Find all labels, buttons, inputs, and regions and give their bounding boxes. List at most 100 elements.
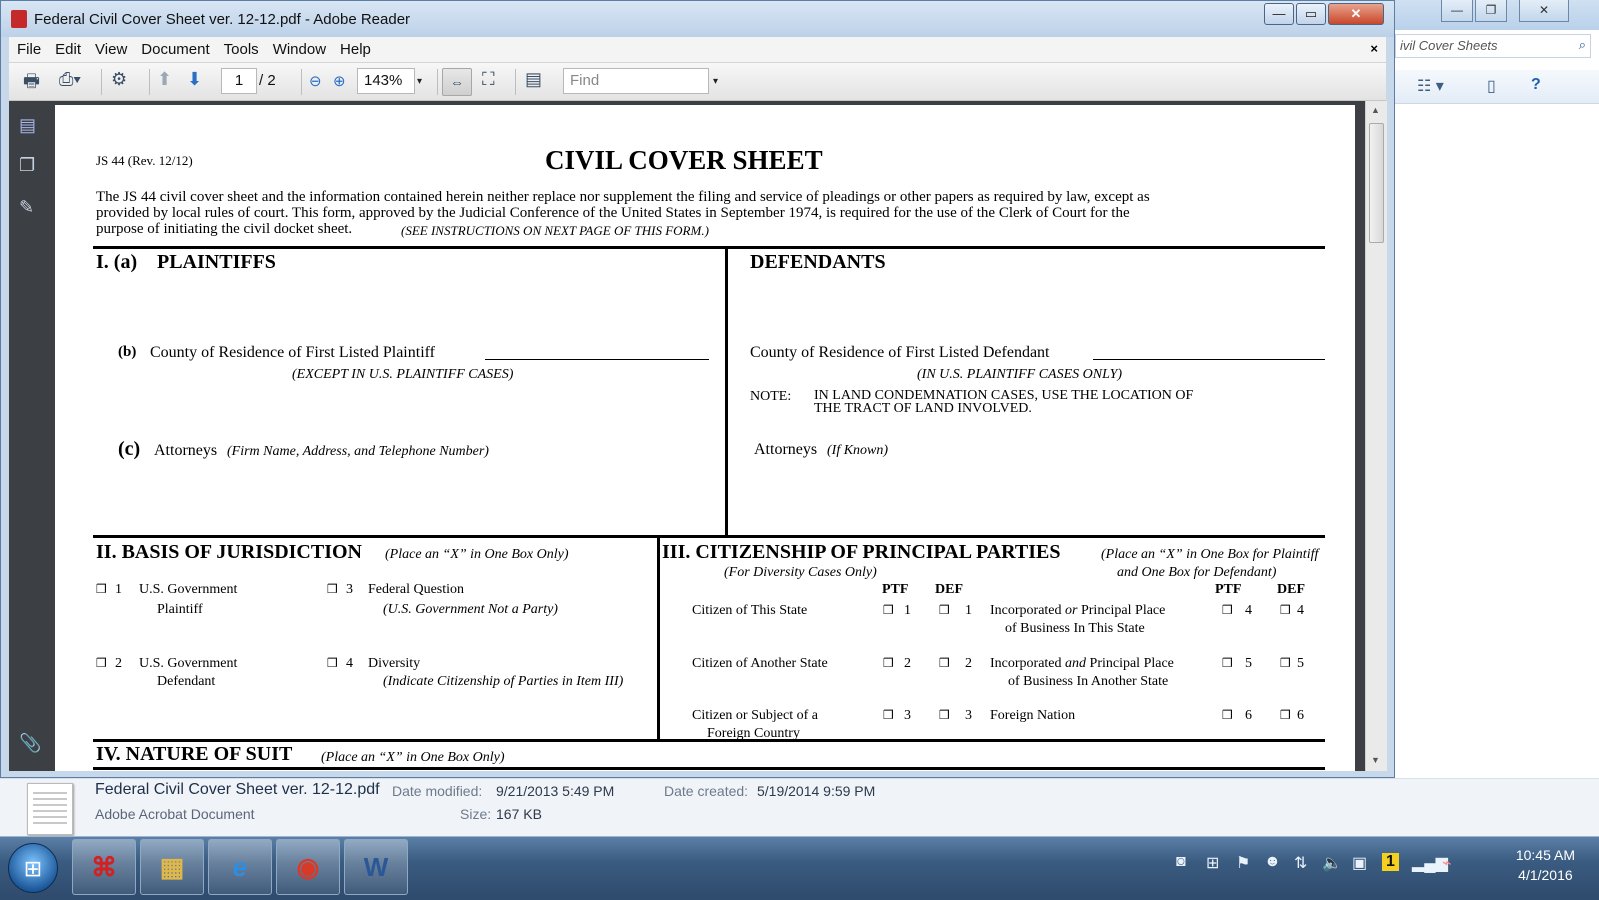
ptf-header: PTF — [882, 582, 909, 597]
menu-help[interactable]: Help — [332, 37, 377, 58]
background-explorer-window: — ❐ ✕ ivil Cover Sheets ⌕ ☷ ▾ ▯ ? — [1395, 0, 1599, 790]
attorneys-defendant-label: Attorneys — [754, 441, 818, 458]
taskbar-file-explorer[interactable]: ▦ — [140, 839, 204, 895]
network-icon[interactable]: ⇅ — [1294, 853, 1307, 873]
attorneys-label: Attorneys — [154, 442, 218, 459]
tray-app-icon[interactable]: ◙ — [1176, 853, 1186, 871]
checkbox-def-2[interactable]: ❒ — [939, 656, 950, 670]
next-page-icon[interactable]: ⬇ — [187, 69, 202, 90]
size-value: 167 KB — [496, 806, 542, 822]
close-document-button[interactable]: × — [1370, 41, 1378, 56]
checkbox-def-3[interactable]: ❒ — [939, 708, 950, 722]
zoom-out-icon[interactable]: ⊖ — [309, 72, 322, 90]
option-4-line-1: Diversity — [368, 656, 421, 671]
scroll-up-icon[interactable]: ▲ — [1371, 105, 1380, 115]
checkbox-ptf-2[interactable]: ❒ — [883, 656, 894, 670]
tray-chat-icon[interactable]: ☻ — [1264, 853, 1281, 871]
navigation-pane: ▤ ❐ ✎ 📎 — [9, 101, 49, 771]
taskbar-chrome[interactable]: ◉ — [276, 839, 340, 895]
checkbox-diversity[interactable]: ❒ — [327, 656, 338, 670]
fit-page-icon[interactable]: ⛶ — [482, 69, 495, 90]
menu-view[interactable]: View — [87, 37, 133, 58]
principal-place-word: Principal Place — [1080, 603, 1166, 618]
menu-window[interactable]: Window — [265, 37, 332, 58]
except-note: (EXCEPT IN U.S. PLAINTIFF CASES) — [292, 367, 514, 382]
checkbox-def-6[interactable]: ❒ — [1280, 708, 1291, 722]
bg-search-input[interactable]: ivil Cover Sheets ⌕ — [1395, 34, 1591, 58]
action-center-flag-icon[interactable]: ⚑ — [1236, 853, 1250, 873]
rule — [725, 248, 728, 537]
window-titlebar: Federal Civil Cover Sheet ver. 12-12.pdf… — [1, 1, 1394, 37]
bg-close-button[interactable]: ✕ — [1519, 0, 1569, 22]
close-button[interactable]: ✕ — [1328, 3, 1384, 25]
vertical-scrollbar[interactable]: ▲ ▼ — [1365, 101, 1387, 771]
checkbox-ptf-4[interactable]: ❒ — [1222, 603, 1233, 617]
incorporated-word: Incorporated — [990, 656, 1062, 671]
display-icon[interactable]: ▣ — [1352, 853, 1367, 873]
form-title: CIVIL COVER SHEET — [545, 145, 823, 175]
taskbar-adobe-reader[interactable]: ⌘ — [72, 839, 136, 895]
attachments-icon[interactable]: 📎 — [19, 733, 41, 754]
view-list-icon[interactable]: ☷ ▾ — [1417, 76, 1444, 96]
scrollbar-thumb[interactable] — [1369, 123, 1384, 243]
note-line-2: THE TRACT OF LAND INVOLVED. — [814, 401, 1032, 416]
option-2-line-2: Defendant — [157, 674, 216, 689]
checkbox-ptf-5[interactable]: ❒ — [1222, 656, 1233, 670]
maximize-button[interactable]: ▭ — [1296, 3, 1326, 25]
nature-of-suit-heading: IV. NATURE OF SUIT — [96, 743, 293, 765]
taskbar-word[interactable]: W — [344, 839, 408, 895]
signatures-icon[interactable]: ✎ — [19, 197, 34, 218]
create-pdf-icon[interactable]: ⎙▾ — [59, 69, 81, 90]
checkbox-def-5[interactable]: ❒ — [1280, 656, 1291, 670]
start-button[interactable]: ⊞ — [8, 843, 58, 893]
form-id: JS 44 (Rev. 12/12) — [96, 153, 193, 168]
page-number-input[interactable]: 1 — [221, 68, 257, 94]
power-icon[interactable]: ⌁ — [1442, 853, 1452, 873]
checkbox-def-1[interactable]: ❒ — [939, 603, 950, 617]
page-thumbnails-icon[interactable]: ▤ — [19, 115, 36, 136]
county-plaintiff-field[interactable] — [485, 359, 709, 360]
option-3-number: 3 — [346, 582, 353, 597]
bg-minimize-button[interactable]: — — [1441, 0, 1473, 22]
preview-pane-icon[interactable]: ▯ — [1487, 76, 1496, 96]
menu-file[interactable]: File — [9, 37, 47, 58]
find-dropdown-icon[interactable]: ▾ — [713, 76, 718, 87]
fit-width-button[interactable]: ⇔ — [442, 68, 472, 96]
zoom-dropdown-icon[interactable]: ▾ — [417, 76, 422, 87]
menu-document[interactable]: Document — [133, 37, 215, 58]
checkbox-ptf-3[interactable]: ❒ — [883, 708, 894, 722]
print-icon[interactable]: 🖶 — [23, 69, 40, 99]
scroll-down-icon[interactable]: ▼ — [1371, 755, 1380, 765]
checkbox-ptf-1[interactable]: ❒ — [883, 603, 894, 617]
system-clock[interactable]: 10:45 AM 4/1/2016 — [1516, 845, 1575, 885]
created-label: Date created: — [664, 783, 749, 799]
taskbar-internet-explorer[interactable]: e — [208, 839, 272, 895]
citizen-foreign-line-1: Citizen or Subject of a — [692, 708, 818, 723]
find-input[interactable]: Find — [563, 68, 709, 94]
checkbox-us-gov-plaintiff[interactable]: ❒ — [96, 582, 107, 596]
zoom-in-icon[interactable]: ⊕ — [333, 72, 346, 90]
file-type: Adobe Acrobat Document — [95, 806, 255, 822]
minimize-button[interactable]: — — [1264, 3, 1294, 25]
read-mode-icon[interactable]: ▤ — [525, 69, 542, 90]
help-icon[interactable]: ? — [1531, 76, 1541, 94]
menu-tools[interactable]: Tools — [216, 37, 265, 58]
zoom-input[interactable]: 143% — [357, 68, 415, 94]
document-view[interactable]: JS 44 (Rev. 12/12) CIVIL COVER SHEET The… — [49, 101, 1365, 771]
checkbox-ptf-6[interactable]: ❒ — [1222, 708, 1233, 722]
county-defendant-field[interactable] — [1093, 359, 1325, 360]
volume-icon[interactable]: 🔈 — [1322, 853, 1342, 873]
checkbox-def-4[interactable]: ❒ — [1280, 603, 1291, 617]
menu-edit[interactable]: Edit — [47, 37, 87, 58]
checkbox-federal-question[interactable]: ❒ — [327, 582, 338, 596]
previous-page-icon[interactable]: ⬆ — [157, 69, 172, 90]
checkbox-us-gov-defendant[interactable]: ❒ — [96, 656, 107, 670]
windows-flag-icon[interactable]: ⊞ — [1206, 853, 1219, 873]
modified-value: 9/21/2013 5:49 PM — [496, 783, 615, 799]
bg-maximize-button[interactable]: ❐ — [1475, 0, 1507, 22]
pages-icon[interactable]: ❐ — [19, 155, 35, 176]
search-icon[interactable]: ⌕ — [1579, 37, 1586, 53]
option-1-line-2: Plaintiff — [157, 602, 203, 617]
collaborate-icon[interactable]: ⚙ — [111, 69, 127, 90]
tray-badge[interactable]: 1 — [1382, 853, 1399, 871]
